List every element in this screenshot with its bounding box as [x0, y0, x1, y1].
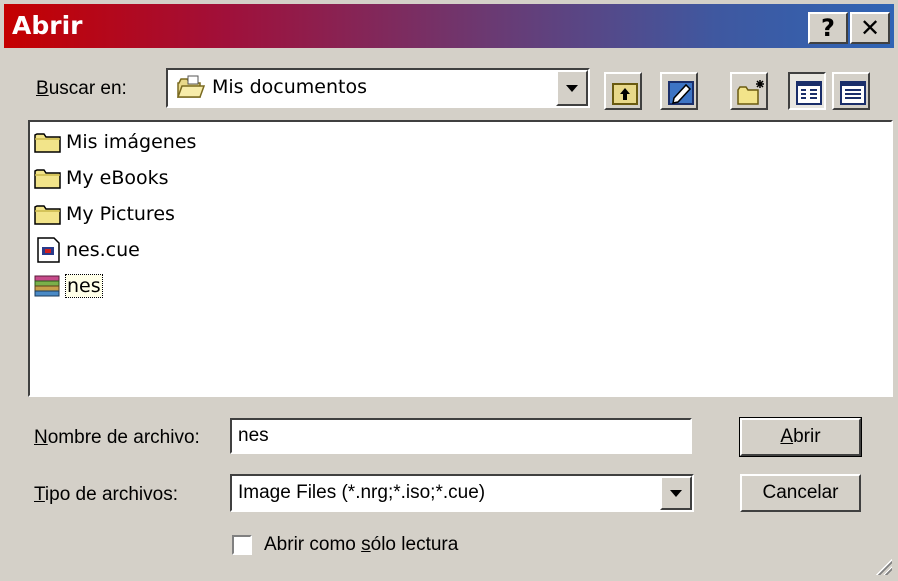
new-folder-icon	[737, 80, 764, 105]
open-folder-icon	[176, 74, 206, 105]
filetype-value: Image Files (*.nrg;*.iso;*.cue)	[238, 482, 486, 503]
new-folder-button[interactable]	[730, 72, 768, 110]
disc-image-icon	[34, 275, 60, 297]
close-button[interactable]: ✕	[850, 12, 890, 44]
desktop-icon	[668, 81, 694, 105]
list-item[interactable]: Mis imágenes	[34, 126, 196, 158]
details-view-icon	[840, 81, 866, 105]
list-item[interactable]: nes	[34, 270, 103, 302]
folder-icon	[34, 169, 61, 189]
readonly-checkbox[interactable]	[232, 535, 252, 555]
lookin-value: Mis documentos	[212, 76, 367, 98]
window-title: Abrir	[12, 11, 83, 40]
list-view-icon	[796, 81, 822, 105]
folder-icon	[34, 133, 61, 153]
open-button[interactable]: Abrir	[739, 417, 862, 457]
file-icon	[37, 237, 60, 263]
open-dialog: Abrir ? ✕ Buscar en: Mis documentos Mis …	[0, 0, 898, 581]
file-list[interactable]: Mis imágenes My eBooks My Pictures nes.c…	[28, 120, 893, 397]
title-bar[interactable]: Abrir ? ✕	[4, 4, 894, 48]
help-icon: ?	[821, 14, 835, 42]
resize-grip[interactable]	[874, 557, 892, 575]
list-item[interactable]: My eBooks	[34, 162, 169, 194]
lookin-dropdown-arrow[interactable]	[556, 70, 588, 106]
cancel-button[interactable]: Cancelar	[740, 474, 861, 512]
filename-input[interactable]: nes	[230, 418, 692, 454]
readonly-label[interactable]: Abrir como sólo lectura	[264, 534, 458, 556]
folder-icon	[34, 205, 61, 225]
desktop-button[interactable]	[660, 72, 698, 110]
folder-up-icon	[612, 83, 638, 105]
list-view-button[interactable]	[788, 72, 826, 110]
list-item[interactable]: nes.cue	[34, 234, 140, 266]
filetype-dropdown[interactable]: Image Files (*.nrg;*.iso;*.cue)	[230, 474, 694, 512]
help-button[interactable]: ?	[808, 12, 848, 44]
list-item[interactable]: My Pictures	[34, 198, 175, 230]
details-view-button[interactable]	[832, 72, 870, 110]
filetype-dropdown-arrow[interactable]	[660, 476, 692, 510]
filetype-label: Tipo de archivos:	[34, 484, 178, 505]
up-one-level-button[interactable]	[604, 72, 642, 110]
lookin-dropdown[interactable]: Mis documentos	[166, 68, 590, 108]
close-icon: ✕	[859, 14, 881, 42]
filename-label: Nombre de archivo:	[34, 427, 200, 448]
lookin-label: Buscar en:	[36, 78, 127, 99]
